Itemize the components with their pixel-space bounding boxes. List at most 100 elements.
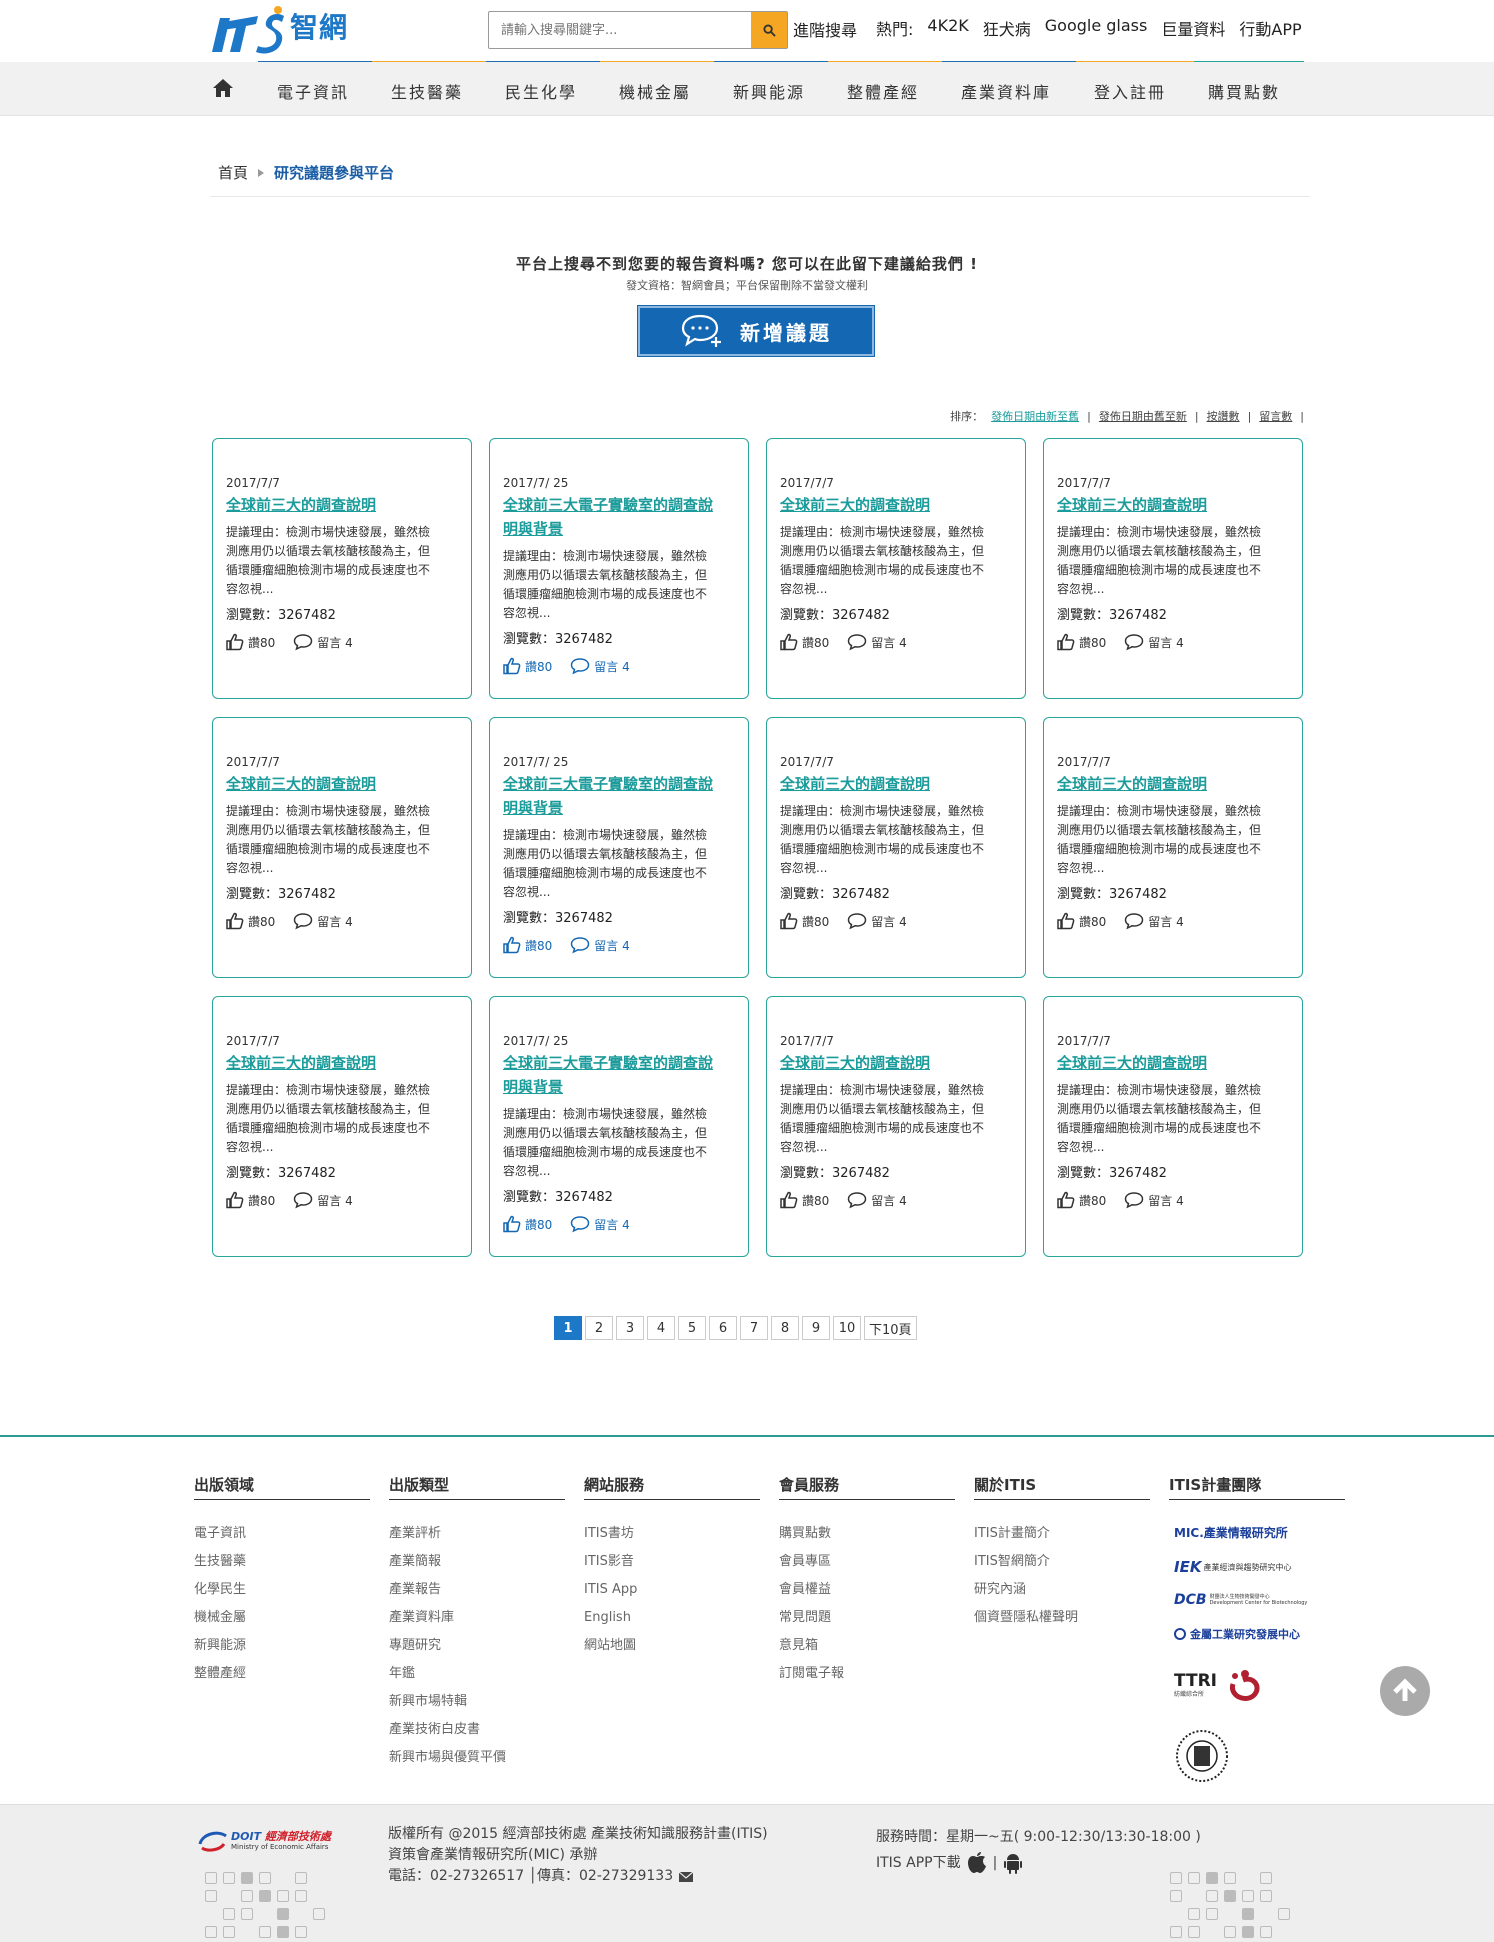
- topic-card[interactable]: 2017/7/ 25 全球前三大電子實驗室的調查說 明與背景 提議理由：檢測市場快速發…: [489, 438, 749, 699]
- comment-button[interactable]: 留言 4: [847, 1191, 907, 1209]
- hot-keyword[interactable]: Google glass: [1045, 16, 1148, 40]
- comment-button[interactable]: 留言 4: [293, 1191, 353, 1209]
- card-title-line[interactable]: 全球前三大的調查說明: [226, 1051, 457, 1075]
- topic-card[interactable]: 2017/7/7 全球前三大的調查說明 提議理由：檢測市場快速發展，雖然檢 測應用仍以…: [212, 996, 472, 1257]
- comment-button[interactable]: 留言 4: [293, 633, 353, 651]
- home-button[interactable]: [212, 78, 234, 102]
- footer-link[interactable]: 年鑑: [389, 1660, 565, 1688]
- footer-link[interactable]: 個資暨隱私權聲明: [974, 1604, 1150, 1632]
- like-button[interactable]: 讚80: [226, 912, 275, 930]
- nav-item-chemical[interactable]: 民生化學: [505, 79, 577, 103]
- sort-oldest[interactable]: 發佈日期由舊至新: [1099, 408, 1187, 424]
- page-button[interactable]: 2: [585, 1316, 613, 1340]
- card-title-line[interactable]: 全球前三大的調查說明: [226, 493, 457, 517]
- comment-button[interactable]: 留言 4: [570, 657, 630, 675]
- page-button[interactable]: 3: [616, 1316, 644, 1340]
- card-title-line[interactable]: 明與背景: [503, 517, 734, 541]
- card-title-line[interactable]: 全球前三大的調查說明: [1057, 493, 1288, 517]
- card-title[interactable]: 全球前三大的調查說明: [1057, 493, 1288, 517]
- card-title[interactable]: 全球前三大的調查說明: [1057, 772, 1288, 796]
- card-title[interactable]: 全球前三大電子實驗室的調查說 明與背景: [503, 772, 734, 820]
- comment-button[interactable]: 留言 4: [293, 912, 353, 930]
- like-button[interactable]: 讚80: [780, 633, 829, 651]
- comment-button[interactable]: 留言 4: [570, 1215, 630, 1233]
- footer-link[interactable]: 產業報告: [389, 1576, 565, 1604]
- ttri-logo[interactable]: TTRI 紡織綜合所: [1174, 1666, 1263, 1706]
- nav-item-energy[interactable]: 新興能源: [733, 79, 805, 103]
- page-button[interactable]: 4: [647, 1316, 675, 1340]
- topic-card[interactable]: 2017/7/7 全球前三大的調查說明 提議理由：檢測市場快速發展，雖然檢 測應用仍以…: [212, 717, 472, 978]
- footer-link[interactable]: ITIS智網簡介: [974, 1548, 1150, 1576]
- footer-link[interactable]: 機械金屬: [194, 1604, 370, 1632]
- footer-link[interactable]: 購買點數: [779, 1520, 955, 1548]
- footer-link[interactable]: 會員專區: [779, 1548, 955, 1576]
- next-10-pages-button[interactable]: 下10頁: [864, 1316, 917, 1340]
- topic-card[interactable]: 2017/7/7 全球前三大的調查說明 提議理由：檢測市場快速發展，雖然檢 測應用仍以…: [1043, 996, 1303, 1257]
- footer-link[interactable]: 訂閱電子報: [779, 1660, 955, 1688]
- page-button[interactable]: 6: [709, 1316, 737, 1340]
- footer-link[interactable]: ITIS計畫簡介: [974, 1520, 1150, 1548]
- mirdc-logo[interactable]: 金屬工業研究發展中心: [1174, 1626, 1314, 1642]
- like-button[interactable]: 讚80: [780, 912, 829, 930]
- footer-link[interactable]: 整體產經: [194, 1660, 370, 1688]
- dcb-logo[interactable]: DCB 財團法人生物技術開發中心 Development Center for …: [1174, 1592, 1314, 1608]
- page-button[interactable]: 9: [802, 1316, 830, 1340]
- footer-link[interactable]: 常見問題: [779, 1604, 955, 1632]
- footer-link[interactable]: English: [584, 1604, 760, 1632]
- footer-link[interactable]: 生技醫藥: [194, 1548, 370, 1576]
- android-icon[interactable]: [1003, 1852, 1023, 1874]
- card-title-line[interactable]: 全球前三大的調查說明: [1057, 1051, 1288, 1075]
- add-topic-button[interactable]: 新增議題: [637, 305, 875, 357]
- footer-link[interactable]: 會員權益: [779, 1576, 955, 1604]
- mic-logo[interactable]: MIC.產業情報研究所: [1174, 1524, 1314, 1541]
- like-button[interactable]: 讚80: [780, 1191, 829, 1209]
- card-title-line[interactable]: 明與背景: [503, 1075, 734, 1099]
- footer-link[interactable]: ITIS書坊: [584, 1520, 760, 1548]
- doit-logo[interactable]: DOIT 經濟部技術處 Ministry of Economic Affairs: [198, 1830, 331, 1854]
- topic-card[interactable]: 2017/7/7 全球前三大的調查說明 提議理由：檢測市場快速發展，雖然檢 測應用仍以…: [1043, 438, 1303, 699]
- footer-link[interactable]: 新興能源: [194, 1632, 370, 1660]
- card-title-line[interactable]: 全球前三大的調查說明: [780, 772, 1011, 796]
- comment-button[interactable]: 留言 4: [570, 936, 630, 954]
- page-button[interactable]: 1: [554, 1316, 582, 1340]
- comment-button[interactable]: 留言 4: [847, 912, 907, 930]
- like-button[interactable]: 讚80: [226, 1191, 275, 1209]
- back-to-top-button[interactable]: [1380, 1666, 1430, 1716]
- footer-link[interactable]: 電子資訊: [194, 1520, 370, 1548]
- card-title[interactable]: 全球前三大的調查說明: [1057, 1051, 1288, 1075]
- card-title-line[interactable]: 全球前三大電子實驗室的調查說: [503, 772, 734, 796]
- comment-button[interactable]: 留言 4: [1124, 633, 1184, 651]
- card-title-line[interactable]: 全球前三大的調查說明: [226, 772, 457, 796]
- page-button[interactable]: 8: [771, 1316, 799, 1340]
- footer-link[interactable]: 意見箱: [779, 1632, 955, 1660]
- hot-keyword[interactable]: 行動APP: [1239, 16, 1301, 40]
- comment-button[interactable]: 留言 4: [1124, 912, 1184, 930]
- advanced-search-link[interactable]: 進階搜尋: [793, 17, 857, 41]
- like-button[interactable]: 讚80: [503, 1215, 552, 1233]
- card-title[interactable]: 全球前三大的調查說明: [226, 1051, 457, 1075]
- apple-icon[interactable]: [967, 1852, 987, 1874]
- footer-link[interactable]: 專題研究: [389, 1632, 565, 1660]
- card-title[interactable]: 全球前三大的調查說明: [226, 493, 457, 517]
- search-input[interactable]: [489, 12, 751, 48]
- card-title-line[interactable]: 全球前三大的調查說明: [780, 493, 1011, 517]
- nav-item-login[interactable]: 登入註冊: [1094, 79, 1166, 103]
- iek-logo[interactable]: IEK 產業經濟與趨勢研究中心: [1174, 1558, 1314, 1576]
- footer-link[interactable]: 化學民生: [194, 1576, 370, 1604]
- like-button[interactable]: 讚80: [503, 936, 552, 954]
- topic-card[interactable]: 2017/7/7 全球前三大的調查說明 提議理由：檢測市場快速發展，雖然檢 測應用仍以…: [766, 717, 1026, 978]
- footer-link[interactable]: ITIS App: [584, 1576, 760, 1604]
- comment-button[interactable]: 留言 4: [847, 633, 907, 651]
- nav-item-database[interactable]: 產業資料庫: [961, 79, 1051, 103]
- card-title-line[interactable]: 全球前三大的調查說明: [1057, 772, 1288, 796]
- hot-keyword[interactable]: 巨量資料: [1161, 16, 1225, 40]
- card-title-line[interactable]: 全球前三大的調查說明: [780, 1051, 1011, 1075]
- footer-link[interactable]: 產業簡報: [389, 1548, 565, 1576]
- card-title[interactable]: 全球前三大的調查說明: [780, 1051, 1011, 1075]
- card-title[interactable]: 全球前三大電子實驗室的調查說 明與背景: [503, 1051, 734, 1099]
- footer-link[interactable]: 產業技術白皮書: [389, 1716, 565, 1744]
- topic-card[interactable]: 2017/7/7 全球前三大的調查說明 提議理由：檢測市場快速發展，雖然檢 測應用仍以…: [1043, 717, 1303, 978]
- topic-card[interactable]: 2017/7/ 25 全球前三大電子實驗室的調查說 明與背景 提議理由：檢測市場快速發…: [489, 717, 749, 978]
- like-button[interactable]: 讚80: [1057, 912, 1106, 930]
- hot-keyword[interactable]: 4K2K: [927, 16, 968, 40]
